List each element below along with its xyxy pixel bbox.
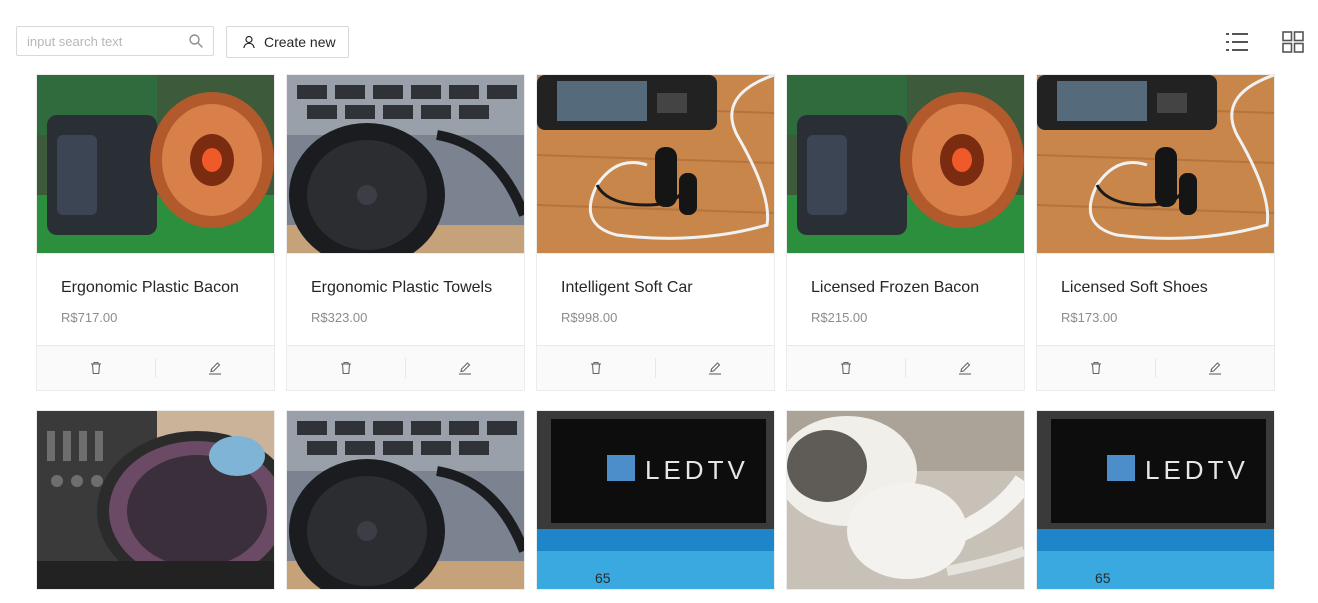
card-actions <box>1037 345 1274 390</box>
product-card[interactable]: Licensed Soft Shoes R$173.00 <box>1036 74 1275 391</box>
delete-button[interactable] <box>1037 358 1155 378</box>
pencil-icon <box>459 362 471 375</box>
user-icon <box>243 35 255 49</box>
card-actions <box>787 345 1024 390</box>
edit-button[interactable] <box>406 358 524 378</box>
pencil-icon <box>959 362 971 375</box>
delete-button[interactable] <box>537 358 655 378</box>
product-name: Ergonomic Plastic Towels <box>311 279 493 296</box>
product-card[interactable]: Ergonomic Plastic Towels R$323.00 <box>286 74 525 391</box>
product-price: R$173.00 <box>1061 310 1118 325</box>
search-input[interactable] <box>27 27 187 55</box>
product-name: Licensed Soft Shoes <box>1061 279 1208 296</box>
product-card[interactable] <box>36 410 275 590</box>
product-card[interactable]: LEDTV 65 <box>1036 410 1275 590</box>
edit-button[interactable] <box>656 358 774 378</box>
product-name: Licensed Frozen Bacon <box>811 279 980 296</box>
pencil-icon <box>1209 362 1221 375</box>
product-image[interactable] <box>37 75 274 253</box>
product-image[interactable] <box>787 411 1024 589</box>
product-name: Intelligent Soft Car <box>561 279 693 296</box>
card-body: Licensed Frozen Bacon R$215.00 <box>787 253 1024 345</box>
delete-button[interactable] <box>37 358 155 378</box>
product-image[interactable]: LEDTV 65 <box>537 411 774 589</box>
product-card[interactable]: Licensed Frozen Bacon R$215.00 <box>786 74 1025 391</box>
edit-button[interactable] <box>156 358 274 378</box>
product-card[interactable] <box>286 410 525 590</box>
card-actions <box>537 345 774 390</box>
card-body: Ergonomic Plastic Bacon R$717.00 <box>37 253 274 345</box>
card-body: Intelligent Soft Car R$998.00 <box>537 253 774 345</box>
toolbar: Create new <box>0 0 1318 70</box>
trash-icon <box>841 361 851 375</box>
svg-text:65: 65 <box>1095 570 1111 586</box>
delete-button[interactable] <box>787 358 905 378</box>
edit-button[interactable] <box>906 358 1024 378</box>
search-box[interactable] <box>16 26 214 56</box>
product-card[interactable] <box>786 410 1025 590</box>
trash-icon <box>591 361 601 375</box>
product-name: Ergonomic Plastic Bacon <box>61 279 239 296</box>
trash-icon <box>341 361 351 375</box>
product-price: R$717.00 <box>61 310 118 325</box>
product-card[interactable]: Ergonomic Plastic Bacon R$717.00 <box>36 74 275 391</box>
svg-text:65: 65 <box>595 570 611 586</box>
product-price: R$215.00 <box>811 310 868 325</box>
product-price: R$998.00 <box>561 310 618 325</box>
list-view-icon[interactable] <box>1225 30 1249 54</box>
svg-text:LEDTV: LEDTV <box>1145 455 1249 485</box>
card-actions <box>37 345 274 390</box>
product-image[interactable] <box>287 75 524 253</box>
product-price: R$323.00 <box>311 310 368 325</box>
grid-view-icon[interactable] <box>1281 30 1305 54</box>
edit-button[interactable] <box>1156 358 1274 378</box>
card-body: Licensed Soft Shoes R$173.00 <box>1037 253 1274 345</box>
product-image[interactable] <box>37 411 274 589</box>
product-image[interactable] <box>287 411 524 589</box>
delete-button[interactable] <box>287 358 405 378</box>
trash-icon <box>91 361 101 375</box>
svg-text:LEDTV: LEDTV <box>645 455 749 485</box>
product-image[interactable]: LEDTV 65 <box>1037 411 1274 589</box>
card-body: Ergonomic Plastic Towels R$323.00 <box>287 253 524 345</box>
product-image[interactable] <box>537 75 774 253</box>
pencil-icon <box>209 362 221 375</box>
search-icon[interactable] <box>188 33 204 49</box>
product-image[interactable] <box>787 75 1024 253</box>
product-card[interactable]: Intelligent Soft Car R$998.00 <box>536 74 775 391</box>
trash-icon <box>1091 361 1101 375</box>
product-image[interactable] <box>1037 75 1274 253</box>
card-actions <box>287 345 524 390</box>
create-new-label: Create new <box>264 34 336 50</box>
create-new-button[interactable]: Create new <box>226 26 349 58</box>
pencil-icon <box>709 362 721 375</box>
product-card[interactable]: LEDTV 65 <box>536 410 775 590</box>
